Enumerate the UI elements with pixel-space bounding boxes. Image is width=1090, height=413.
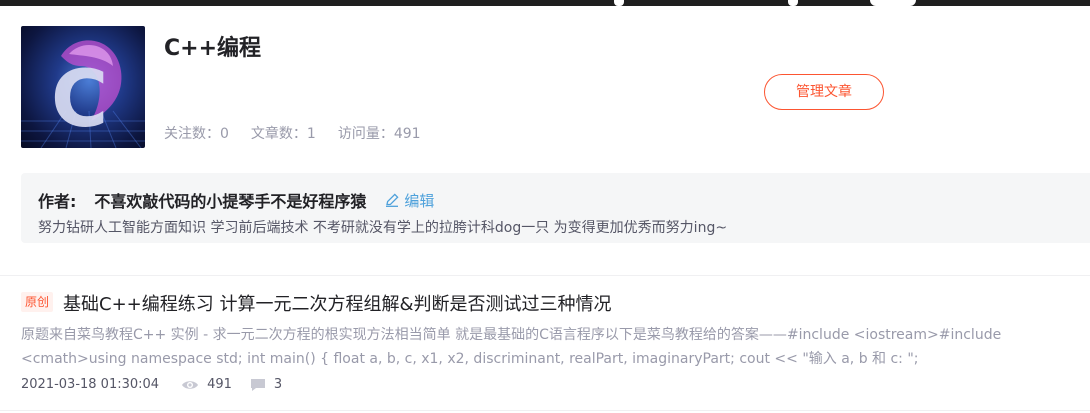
author-label: 作者: bbox=[38, 192, 77, 211]
original-tag: 原创 bbox=[21, 292, 54, 312]
edit-author-link[interactable]: 编辑 bbox=[384, 190, 434, 211]
follow-stat: 关注数：0 bbox=[164, 123, 229, 143]
visits-label: 访问量： bbox=[337, 126, 394, 142]
author-name[interactable]: 不喜欢敲代码的小提琴手不是好程序猿 bbox=[94, 188, 366, 212]
comment-icon[interactable] bbox=[250, 378, 266, 392]
article-meta: 2021-03-18 01:30:04 491 3 bbox=[21, 377, 300, 392]
edit-label: 编辑 bbox=[404, 191, 435, 210]
column-header: C C++编程 关注数：0 文章数：1 访问量：491 管理文章 bbox=[0, 6, 1090, 166]
article-title[interactable]: 基础C++编程练习 计算一元二次方程组解&判断是否测试过三种情况 bbox=[63, 290, 612, 316]
article-list-item[interactable]: 原创 基础C++编程练习 计算一元二次方程组解&判断是否测试过三种情况 原题来自… bbox=[0, 276, 1090, 406]
view-count: 491 bbox=[207, 377, 232, 392]
svg-text:C: C bbox=[51, 55, 108, 145]
author-line: 作者: 不喜欢敲代码的小提琴手不是好程序猿 编辑 bbox=[38, 188, 434, 212]
articles-label: 文章数： bbox=[250, 126, 307, 142]
visits-stat: 访问量：491 bbox=[338, 123, 421, 143]
column-stats: 关注数：0 文章数：1 访问量：491 bbox=[164, 123, 421, 143]
articles-stat: 文章数：1 bbox=[251, 123, 316, 143]
author-description: 努力钻研人工智能方面知识 学习前后端技术 不考研就没有学上的拉胯计科dog一只 … bbox=[38, 220, 728, 236]
author-info-box: 作者: 不喜欢敲代码的小提琴手不是好程序猿 编辑 努力钻研人工智能方面知识 学习… bbox=[21, 173, 1090, 243]
comment-count[interactable]: 3 bbox=[274, 377, 282, 392]
visits-count: 491 bbox=[393, 126, 421, 142]
article-summary[interactable]: 原题来自菜鸟教程C++ 实例 - 求一元二次方程的根实现方法相当简单 就是最基础… bbox=[21, 323, 1079, 371]
column-page: C C++编程 关注数：0 文章数：1 访问量：491 管理文章 作者: 不喜欢… bbox=[0, 0, 1090, 413]
articles-count: 1 bbox=[306, 126, 316, 142]
list-bottom-divider bbox=[0, 410, 1090, 411]
pencil-icon bbox=[386, 193, 399, 207]
column-cover-image: C bbox=[21, 26, 145, 148]
eye-icon bbox=[181, 378, 199, 392]
manage-articles-button[interactable]: 管理文章 bbox=[764, 74, 884, 110]
follow-label: 关注数： bbox=[164, 126, 220, 142]
follow-count: 0 bbox=[220, 126, 229, 142]
column-title: C++编程 bbox=[164, 36, 262, 61]
article-date: 2021-03-18 01:30:04 bbox=[21, 377, 160, 392]
